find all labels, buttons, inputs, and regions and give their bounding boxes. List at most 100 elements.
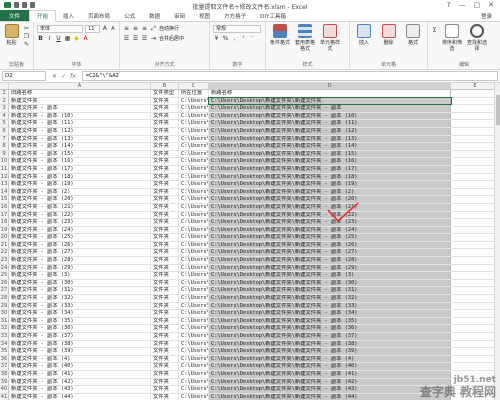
tab-page-layout[interactable]: 页面布局 bbox=[81, 10, 117, 21]
merge-center-button[interactable]: 合并后居中 bbox=[159, 35, 184, 42]
tab-view[interactable]: 视图 bbox=[192, 10, 217, 21]
cell-e[interactable] bbox=[451, 211, 500, 219]
row-number[interactable]: 6 bbox=[0, 127, 9, 135]
row-number[interactable]: 18 bbox=[0, 219, 9, 226]
cell-d[interactable]: C:\Users\Desktop\新建文件夹\新建文件夹 - 副本 (13) bbox=[209, 135, 451, 143]
cell-b[interactable]: 文件夹 bbox=[151, 363, 179, 370]
cell-d[interactable]: C:\Users\Desktop\新建文件夹\新建文件夹 - 副本 (43) bbox=[209, 386, 451, 393]
cell-d[interactable]: C:\Users\Desktop\新建文件夹\新建文件夹 bbox=[208, 96, 452, 106]
cell-b[interactable]: 文件夹 bbox=[151, 340, 179, 348]
tab-insert[interactable]: 插入 bbox=[56, 10, 81, 21]
cell-a[interactable]: 新建文件夹 - 副本 (35) bbox=[9, 317, 151, 325]
row-number[interactable]: 22 bbox=[0, 249, 9, 257]
cell-d[interactable]: C:\Users\Desktop\新建文件夹\新建文件夹 - 副本 (30) bbox=[209, 279, 451, 287]
cell-d[interactable]: C:\Users\Desktop\新建文件夹\新建文件夹 - 副本 (40) bbox=[209, 363, 451, 370]
cell-e[interactable] bbox=[451, 302, 500, 310]
row-number[interactable]: 24 bbox=[0, 264, 9, 272]
cell-d[interactable]: C:\Users\Desktop\新建文件夹\新建文件夹 - 副本 (23) bbox=[209, 219, 451, 226]
cell-d[interactable]: C:\Users\Desktop\新建文件夹\新建文件夹 - 副本 (24) bbox=[209, 226, 451, 234]
row-number[interactable]: 15 bbox=[0, 196, 9, 203]
fill-color-icon[interactable]: ◆ bbox=[73, 35, 80, 42]
cell-d[interactable]: C:\Users\Desktop\新建文件夹\新建文件夹 - 副本 (32) bbox=[209, 295, 451, 302]
align-center-icon[interactable]: ☰ bbox=[132, 35, 139, 42]
cell-a[interactable]: 新建文件夹 - 副本 (10) bbox=[9, 112, 151, 120]
cell-d[interactable]: C:\Users\Desktop\新建文件夹\新建文件夹 - 副本 (37) bbox=[209, 333, 451, 340]
formula-input[interactable]: =C2&"\"&A2 bbox=[81, 71, 498, 81]
cell-b[interactable]: 文件夹 bbox=[151, 279, 179, 287]
cell-c[interactable]: C:\Users\Desktop\新建文件夹 bbox=[179, 333, 209, 340]
row-number[interactable]: 16 bbox=[0, 203, 9, 211]
cell-c[interactable]: C:\Users\Desktop\新建文件夹 bbox=[179, 143, 209, 150]
italic-icon[interactable]: I bbox=[46, 35, 53, 42]
row-number[interactable]: 36 bbox=[0, 355, 9, 363]
cell-d[interactable]: C:\Users\Desktop\新建文件夹\新建文件夹 - 副本 (3) bbox=[209, 272, 451, 279]
cell-c[interactable]: C:\Users\Desktop\新建文件夹 bbox=[179, 135, 209, 143]
cell-b[interactable]: 文件夹 bbox=[151, 226, 179, 234]
align-middle-icon[interactable]: ≡ bbox=[132, 25, 139, 32]
cell-e[interactable] bbox=[451, 120, 500, 127]
cell-b[interactable]: 文件夹 bbox=[151, 317, 179, 325]
cell-e[interactable] bbox=[451, 272, 500, 279]
cell-a[interactable]: 新建文件夹 - 副本 (38) bbox=[9, 340, 151, 348]
cell-b[interactable]: 文件夹 bbox=[151, 203, 179, 211]
cell-b[interactable]: 文件夹 bbox=[151, 135, 179, 143]
row-number[interactable]: 8 bbox=[0, 143, 9, 150]
cell-d[interactable]: C:\Users\Desktop\新建文件夹\新建文件夹 - 副本 (35) bbox=[209, 317, 451, 325]
orientation-icon[interactable]: ⤢ bbox=[150, 25, 157, 32]
tab-fangfang[interactable]: 方方格子 bbox=[217, 10, 253, 21]
cell-c[interactable]: C:\Users\Desktop\新建文件夹 bbox=[179, 386, 209, 393]
wrap-text-button[interactable]: 自动换行 bbox=[159, 25, 179, 32]
align-left-icon[interactable]: ☰ bbox=[123, 35, 130, 42]
cell-c[interactable]: C:\Users\Desktop\新建文件夹 bbox=[179, 196, 209, 203]
row-number[interactable]: 4 bbox=[0, 112, 9, 120]
row-number[interactable]: 28 bbox=[0, 295, 9, 302]
cell-d[interactable]: C:\Users\Desktop\新建文件夹\新建文件夹 - 副本 (36) bbox=[209, 325, 451, 332]
cell-e[interactable] bbox=[451, 287, 500, 295]
row-number[interactable]: 41 bbox=[0, 393, 9, 400]
cell-e[interactable] bbox=[451, 150, 500, 158]
tab-home[interactable]: 开始 bbox=[29, 10, 57, 22]
row-number[interactable]: 5 bbox=[0, 120, 9, 127]
cell-b[interactable]: 文件夹 bbox=[151, 219, 179, 226]
cell-a[interactable]: 新建文件夹 - 副本 (21) bbox=[9, 203, 151, 211]
cell-a[interactable]: 新建文件夹 - 副本 (29) bbox=[9, 264, 151, 272]
cell-c[interactable]: C:\Users\Desktop\新建文件夹 bbox=[179, 188, 209, 196]
cell-d[interactable]: C:\Users\Desktop\新建文件夹\新建文件夹 - 副本 (34) bbox=[209, 310, 451, 317]
cell-c[interactable]: C:\Users\Desktop\新建文件夹 bbox=[179, 355, 209, 363]
cell-a[interactable]: 新建文件夹 - 副本 bbox=[9, 105, 151, 112]
border-icon[interactable]: ▦ bbox=[64, 35, 71, 42]
copy-icon[interactable]: ❐ bbox=[23, 33, 30, 40]
indent-icon[interactable]: ⇥ bbox=[150, 35, 157, 42]
cut-icon[interactable]: ✂ bbox=[23, 25, 30, 32]
cell-c[interactable]: C:\Users\Desktop\新建文件夹 bbox=[179, 363, 209, 370]
cell-d[interactable]: C:\Users\Desktop\新建文件夹\新建文件夹 - 副本 (10) bbox=[209, 112, 451, 120]
cell-d[interactable]: C:\Users\Desktop\新建文件夹\新建文件夹 - 副本 (20) bbox=[209, 196, 451, 203]
cell-b[interactable]: 文件夹 bbox=[151, 143, 179, 150]
cell-e[interactable] bbox=[451, 325, 500, 332]
cell-d[interactable]: C:\Users\Desktop\新建文件夹\新建文件夹 - 副本 (33) bbox=[209, 302, 451, 310]
cell-b[interactable]: 文件夹 bbox=[151, 295, 179, 302]
cell-a[interactable]: 新建文件夹 - 副本 (25) bbox=[9, 234, 151, 241]
cell-b[interactable]: 文件夹 bbox=[151, 386, 179, 393]
cell-a[interactable]: 新建文件夹 - 副本 (36) bbox=[9, 325, 151, 332]
cell-a[interactable]: 新建文件夹 - 副本 (27) bbox=[9, 249, 151, 257]
cell-c[interactable]: C:\Users\Desktop\新建文件夹 bbox=[179, 370, 209, 378]
cell-d[interactable]: C:\Users\Desktop\新建文件夹\新建文件夹 - 副本 (22) bbox=[209, 211, 451, 219]
font-color-icon[interactable]: A bbox=[82, 35, 89, 42]
tab-formulas[interactable]: 公式 bbox=[117, 10, 142, 21]
cell-c[interactable]: C:\Users\Desktop\新建文件夹 bbox=[179, 211, 209, 219]
cell-a[interactable]: 新建文件夹 - 副本 (43) bbox=[9, 386, 151, 393]
cell-b[interactable]: 文件夹 bbox=[151, 264, 179, 272]
cell-a[interactable]: 新建文件夹 - 副本 (31) bbox=[9, 287, 151, 295]
cell-c[interactable]: C:\Users\Desktop\新建文件夹 bbox=[179, 257, 209, 264]
cell-c[interactable]: C:\Users\Desktop\新建文件夹 bbox=[179, 181, 209, 188]
cell-d[interactable]: C:\Users\Desktop\新建文件夹\新建文件夹 - 副本 (18) bbox=[209, 173, 451, 181]
cell-a[interactable]: 新建文件夹 - 副本 (44) bbox=[9, 393, 151, 400]
row-number[interactable]: 38 bbox=[0, 370, 9, 378]
cell-b[interactable]: 文件夹 bbox=[151, 120, 179, 127]
cell-e[interactable] bbox=[451, 333, 500, 340]
cell-b[interactable]: 文件夹 bbox=[151, 234, 179, 241]
row-number[interactable]: 27 bbox=[0, 287, 9, 295]
fx-icon[interactable]: fx bbox=[70, 73, 76, 80]
cell-e[interactable] bbox=[451, 135, 500, 143]
